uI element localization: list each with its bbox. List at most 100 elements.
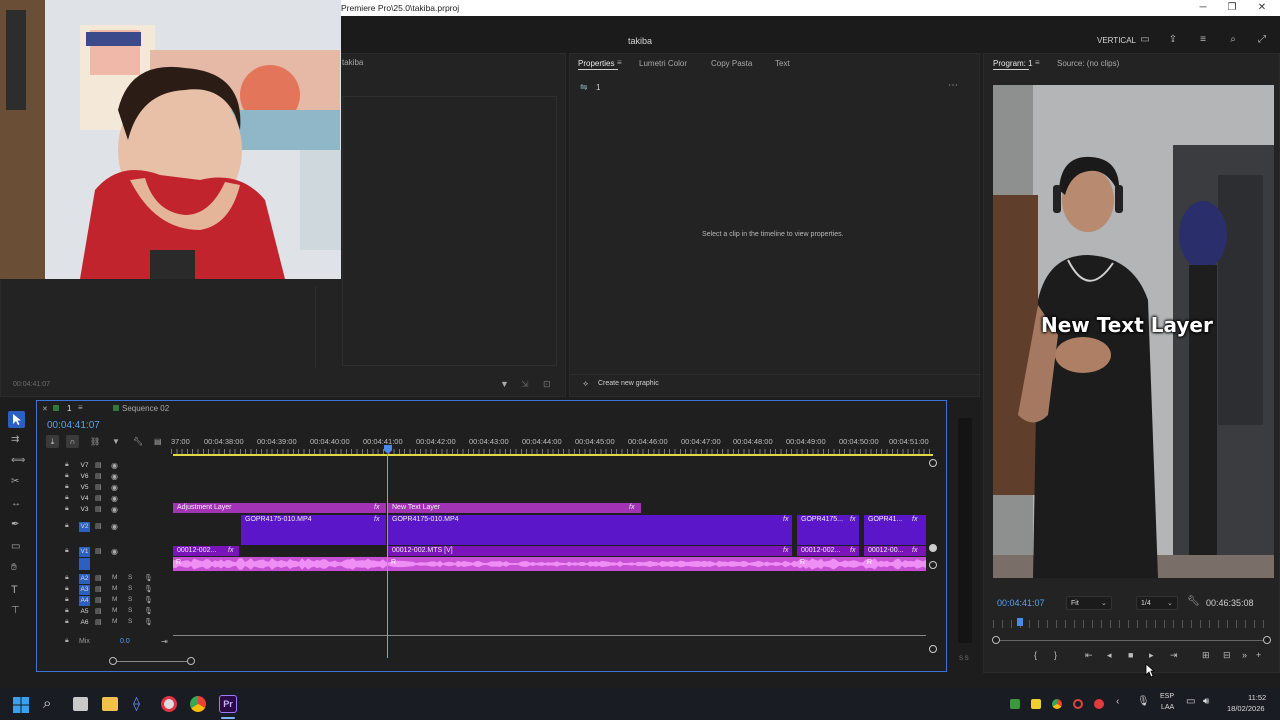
- tray-alert-icon[interactable]: [1094, 699, 1104, 709]
- solo-button[interactable]: S: [128, 607, 132, 614]
- tab-program[interactable]: Program: 1: [993, 59, 1033, 68]
- clip-gopr-v2-b[interactable]: GOPR4175-010.MP4: [388, 515, 792, 545]
- tray-chrome-icon[interactable]: [1052, 699, 1062, 709]
- track-target-toggle[interactable]: V1: [79, 547, 90, 557]
- microphone-icon[interactable]: 🎙︎: [144, 607, 153, 615]
- program-video-frame[interactable]: New Text Layer: [993, 85, 1274, 578]
- volume-icon[interactable]: 🔊︎: [1203, 696, 1209, 707]
- go-to-in-icon[interactable]: ⇤: [1085, 650, 1093, 661]
- clip-v1-b[interactable]: 00012-002.MTS [V]: [388, 546, 792, 556]
- sync-lock-icon[interactable]: ▤: [95, 505, 102, 513]
- linked-selection-icon[interactable]: ⛓: [90, 437, 100, 446]
- solo-button[interactable]: S: [128, 585, 132, 592]
- microphone-icon[interactable]: 🎙︎: [144, 574, 153, 582]
- tab-source[interactable]: Source: (no clips): [1057, 59, 1119, 68]
- lock-icon[interactable]: 🔒︎: [65, 547, 69, 555]
- hand-tool-icon[interactable]: ✋︎: [11, 562, 17, 573]
- sync-lock-icon[interactable]: ▤: [95, 618, 102, 626]
- selection-tool-icon[interactable]: [8, 411, 25, 428]
- sync-lock-icon[interactable]: ▤: [95, 574, 102, 582]
- mix-value[interactable]: 0.0: [120, 638, 130, 645]
- tab-sequence-1[interactable]: 1: [67, 404, 71, 413]
- new-item-icon[interactable]: ⊡: [543, 379, 551, 390]
- step-forward-icon[interactable]: ▸: [1149, 650, 1154, 661]
- lock-icon[interactable]: 🔒︎: [65, 607, 69, 615]
- video-scroll-handle-top[interactable]: [929, 459, 937, 467]
- task-view-icon[interactable]: [73, 697, 88, 711]
- track-target-toggle[interactable]: V2: [79, 522, 90, 532]
- maximize-button[interactable]: ❐: [1222, 2, 1242, 13]
- program-playhead[interactable]: [1017, 618, 1023, 626]
- tab-sequence-02[interactable]: Sequence 02: [122, 404, 169, 413]
- wrench-icon[interactable]: 🔧︎: [1187, 596, 1200, 607]
- track-target-toggle[interactable]: V5: [79, 483, 90, 493]
- sync-lock-icon[interactable]: ▤: [95, 607, 102, 615]
- timeline-playhead-line[interactable]: [387, 454, 388, 658]
- display-icon[interactable]: ▭: [1186, 696, 1195, 707]
- track-target-toggle[interactable]: V7: [79, 461, 90, 471]
- track-target-toggle[interactable]: A6: [79, 618, 90, 628]
- lock-icon[interactable]: 🔒︎: [65, 596, 69, 604]
- eye-icon[interactable]: ◉: [111, 547, 118, 556]
- razor-tool-icon[interactable]: ✂: [11, 476, 19, 487]
- lock-icon[interactable]: 🔒︎: [65, 618, 69, 626]
- lock-icon[interactable]: 🔒︎: [65, 505, 69, 513]
- eye-icon[interactable]: ◉: [111, 505, 118, 514]
- lift-icon[interactable]: ⊞: [1202, 650, 1210, 661]
- zoom-select[interactable]: Fit ⌄: [1066, 596, 1112, 610]
- step-back-icon[interactable]: ◂: [1107, 650, 1112, 661]
- close-button[interactable]: ✕: [1252, 2, 1272, 13]
- lock-icon[interactable]: 🔒︎: [65, 574, 69, 582]
- eye-icon[interactable]: ◉: [111, 522, 118, 531]
- lock-icon[interactable]: 🔒︎: [65, 585, 69, 593]
- lock-icon[interactable]: 🔒︎: [65, 483, 69, 491]
- menu-icon[interactable]: ≡: [1196, 34, 1210, 46]
- workspace-layout-label[interactable]: VERTICAL: [1097, 36, 1136, 45]
- fullscreen-icon[interactable]: ⤢: [1255, 34, 1269, 46]
- sync-lock-icon[interactable]: ▤: [95, 547, 102, 555]
- lock-icon[interactable]: 🔒︎: [65, 637, 69, 645]
- ripple-edit-tool-icon[interactable]: ⟺: [11, 455, 25, 466]
- sync-lock-icon[interactable]: ▤: [95, 494, 102, 502]
- tab-lumetri-color[interactable]: Lumetri Color: [639, 59, 687, 68]
- zoom-handle-right[interactable]: [1263, 636, 1271, 644]
- sync-lock-icon[interactable]: ▤: [95, 472, 102, 480]
- file-explorer-icon[interactable]: [102, 697, 118, 711]
- sync-lock-icon[interactable]: ▤: [95, 585, 102, 593]
- search-icon[interactable]: ⌕: [43, 695, 51, 712]
- extract-icon[interactable]: ⊟: [1223, 650, 1231, 661]
- sync-lock-icon[interactable]: ▤: [95, 596, 102, 604]
- mark-out-icon[interactable]: }: [1054, 650, 1057, 660]
- solo-button[interactable]: S: [128, 574, 132, 581]
- add-button-icon[interactable]: +: [1256, 650, 1261, 660]
- audio-track-a1-target[interactable]: [79, 558, 90, 570]
- program-zoom-bar[interactable]: [996, 640, 1267, 641]
- timeline-zoom-handle-right[interactable]: [187, 657, 195, 665]
- more-controls-icon[interactable]: »: [1242, 650, 1247, 660]
- track-target-toggle[interactable]: A2: [79, 574, 90, 584]
- program-current-time[interactable]: 00:04:41:07: [997, 598, 1045, 608]
- opera-icon[interactable]: [161, 696, 177, 712]
- timeline-current-time[interactable]: 00:04:41:07: [47, 420, 100, 431]
- tray-app-icon[interactable]: [1031, 699, 1041, 709]
- microphone-icon[interactable]: 🎙︎: [144, 618, 153, 626]
- caption-tool-icon[interactable]: ⊤: [11, 605, 20, 616]
- mute-button[interactable]: M: [112, 607, 117, 614]
- tray-app-icon[interactable]: [1010, 699, 1020, 709]
- timeline-zoom-bar[interactable]: [113, 661, 191, 662]
- lock-icon[interactable]: 🔒︎: [65, 461, 69, 469]
- snap-icon[interactable]: ∩: [66, 435, 79, 448]
- track-target-toggle[interactable]: V4: [79, 494, 90, 504]
- go-to-out-icon[interactable]: ⇥: [1170, 650, 1178, 661]
- sync-lock-icon[interactable]: ▤: [95, 522, 102, 530]
- stop-icon[interactable]: ■: [1128, 650, 1133, 660]
- mix-volume-line[interactable]: [173, 635, 926, 636]
- chrome-icon[interactable]: [190, 696, 206, 712]
- audio-clip-a1[interactable]: [173, 557, 926, 571]
- track-target-toggle[interactable]: V6: [79, 472, 90, 482]
- pen-tool-icon[interactable]: ✒: [11, 519, 19, 530]
- microphone-icon[interactable]: 🎙︎: [144, 585, 153, 593]
- eye-icon[interactable]: ◉: [111, 494, 118, 503]
- lock-icon[interactable]: 🔒︎: [65, 494, 69, 502]
- clip-gopr-v2-a[interactable]: GOPR4175-010.MP4: [241, 515, 386, 545]
